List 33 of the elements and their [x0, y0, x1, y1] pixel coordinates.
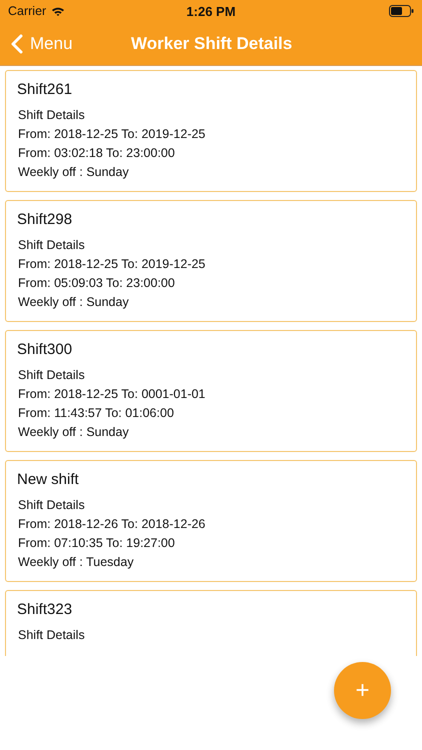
shift-name: Shift323 — [17, 601, 74, 618]
shift-detail-line: Weekly off : Tuesday — [17, 554, 135, 571]
shift-card[interactable]: New shift Shift Details From: 2018-12-26 To: 2018-12-26 From: 07:10:35 To: 19:27:00 Weekly off : Tuesday — [5, 460, 417, 582]
shift-name: Shift300 — [17, 341, 74, 358]
shift-card[interactable]: Shift323 Shift Details — [5, 590, 417, 656]
shift-name: New shift — [17, 471, 80, 488]
shift-detail-line: Shift Details — [17, 107, 86, 124]
shift-detail-line: Shift Details — [17, 237, 86, 254]
shift-detail-line: Shift Details — [17, 497, 86, 514]
shift-detail-line: From: 11:43:57 To: 01:06:00 — [17, 405, 175, 422]
shift-detail-line: Weekly off : Sunday — [17, 164, 130, 181]
shift-detail-line: From: 2018-12-25 To: 2019-12-25 — [17, 126, 206, 143]
shift-detail-line: Shift Details — [17, 627, 86, 644]
shift-card[interactable]: Shift300 Shift Details From: 2018-12-25 To: 0001-01-01 From: 11:43:57 To: 01:06:00 Weekly off : Sunday — [5, 330, 417, 452]
shift-detail-line: Weekly off : Sunday — [17, 424, 130, 441]
status-time: 1:26 PM — [186, 4, 236, 18]
shift-detail-line: From: 07:10:35 To: 19:27:00 — [17, 535, 176, 552]
shift-name: Shift261 — [17, 81, 74, 98]
shift-detail-line: From: 2018-12-26 To: 2018-12-26 — [17, 516, 206, 533]
shift-card[interactable]: Shift261 Shift Details From: 2018-12-25 To: 2019-12-25 From: 03:02:18 To: 23:00:00 Weekly off : Sunday — [5, 70, 417, 192]
shift-detail-line: From: 03:02:18 To: 23:00:00 — [17, 145, 176, 162]
shift-detail-line: Shift Details — [17, 367, 86, 384]
shift-detail-line: From: 05:09:03 To: 23:00:00 — [17, 275, 176, 292]
shift-detail-line: From: 2018-12-25 To: 0001-01-01 — [17, 386, 206, 403]
shift-card[interactable]: Shift298 Shift Details From: 2018-12-25 To: 2019-12-25 From: 05:09:03 To: 23:00:00 Weekly off : Sunday — [5, 200, 417, 322]
shift-detail-line: Weekly off : Sunday — [17, 294, 130, 311]
carrier-label: Carrier — [8, 4, 46, 18]
shift-name: Shift298 — [17, 211, 74, 228]
chevron-left-icon — [11, 34, 23, 54]
battery-icon — [388, 5, 414, 17]
screen-title: Worker Shift Details — [131, 34, 292, 54]
wifi-icon — [51, 6, 66, 16]
shift-detail-line: From: 2018-12-25 To: 2019-12-25 — [17, 256, 206, 273]
